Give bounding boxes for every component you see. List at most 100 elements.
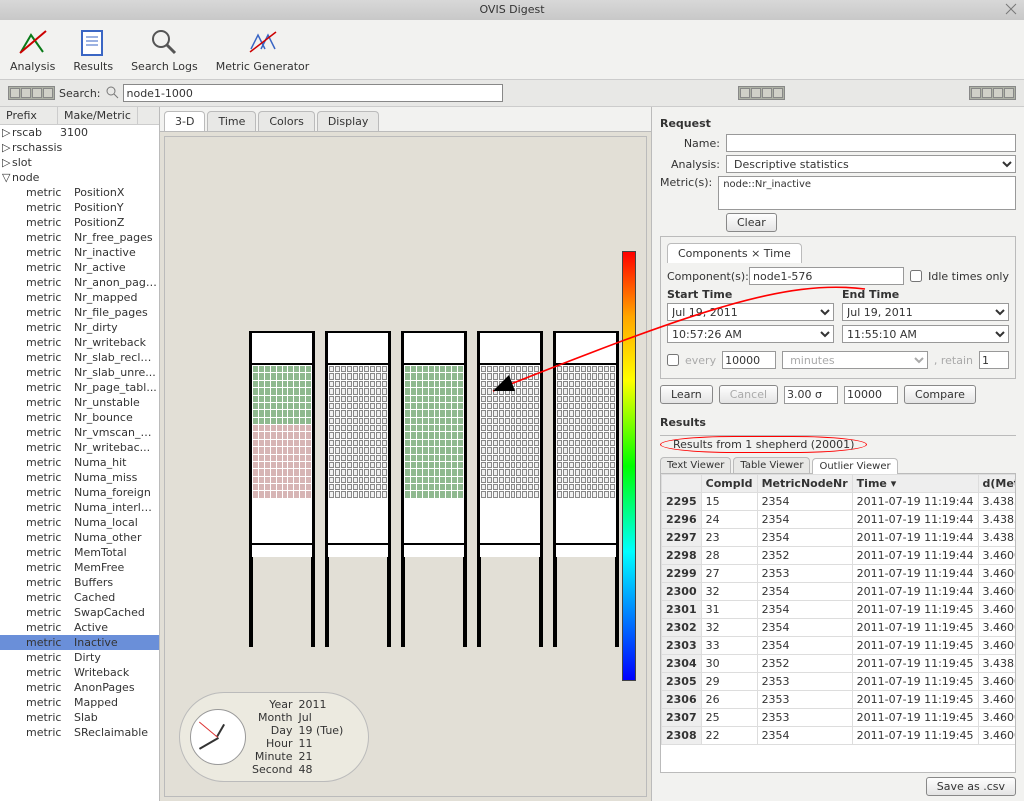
table-row[interactable]: 22982823522011-07-19 11:19:443.46003 — [662, 547, 1017, 565]
rack[interactable] — [249, 331, 315, 557]
tree-row-metric[interactable]: metricNuma_interlea... — [0, 500, 159, 515]
table-col-header[interactable]: Time ▾ — [852, 475, 978, 493]
tree-row-metric[interactable]: metricNuma_other — [0, 530, 159, 545]
tree-row-metric[interactable]: metricNr_free_pages — [0, 230, 159, 245]
tree-row-top[interactable]: ▷rscab3100 — [0, 125, 159, 140]
tree-row-metric[interactable]: metricNr_dirty — [0, 320, 159, 335]
tree-row-metric[interactable]: metricMemFree — [0, 560, 159, 575]
tab-3-d[interactable]: 3-D — [164, 111, 205, 131]
rack[interactable] — [401, 331, 467, 557]
compare-button[interactable]: Compare — [904, 385, 976, 404]
tree-row-metric[interactable]: metricNr_file_pages — [0, 305, 159, 320]
tab-components-time[interactable]: Components × Time — [667, 243, 802, 263]
results-table-wrap[interactable]: CompIdMetricNodeNrTime ▾d(MetricNode 229… — [660, 473, 1016, 773]
clear-button[interactable]: Clear — [726, 213, 777, 232]
table-row[interactable]: 23013123542011-07-19 11:19:453.46003 — [662, 601, 1017, 619]
tab-time[interactable]: Time — [207, 111, 256, 131]
window-close-icon[interactable] — [1004, 2, 1018, 16]
tree-row-metric[interactable]: metricSwapCached — [0, 605, 159, 620]
pane-controls-right[interactable] — [738, 86, 785, 100]
table-row[interactable]: 23072523532011-07-19 11:19:453.46003 — [662, 709, 1017, 727]
table-row[interactable]: 23023223542011-07-19 11:19:453.46003 — [662, 619, 1017, 637]
tree-row-metric[interactable]: metricMapped — [0, 695, 159, 710]
table-col-header[interactable] — [662, 475, 702, 493]
tab-display[interactable]: Display — [317, 111, 380, 131]
table-row[interactable]: 22951523542011-07-19 11:19:443.43859 — [662, 493, 1017, 511]
tree-row-metric[interactable]: metricNr_writebac... — [0, 440, 159, 455]
results-tab-0[interactable]: Text Viewer — [660, 457, 731, 473]
table-row[interactable]: 22992723532011-07-19 11:19:443.46003 — [662, 565, 1017, 583]
rack[interactable] — [553, 331, 619, 557]
results-tab-2[interactable]: Outlier Viewer — [812, 458, 897, 474]
table-col-header[interactable]: MetricNodeNr — [757, 475, 852, 493]
start-time-select[interactable]: 10:57:26 AM — [667, 325, 834, 343]
table-row[interactable]: 22972323542011-07-19 11:19:443.43859 — [662, 529, 1017, 547]
components-input[interactable] — [749, 267, 904, 285]
search-input[interactable] — [123, 84, 503, 102]
tree-row-metric[interactable]: metricNr_vmscan_w... — [0, 425, 159, 440]
tree-row-metric[interactable]: metricNr_active — [0, 260, 159, 275]
table-row[interactable]: 23043023522011-07-19 11:19:453.43859 — [662, 655, 1017, 673]
rack[interactable] — [477, 331, 543, 557]
tree-row-metric[interactable]: metricWriteback — [0, 665, 159, 680]
tree-row-metric[interactable]: metricSReclaimable — [0, 725, 159, 740]
tree-row-metric[interactable]: metricNr_mapped — [0, 290, 159, 305]
tree-row-metric[interactable]: metricNr_inactive — [0, 245, 159, 260]
tree-row-metric[interactable]: metricNr_slab_unre... — [0, 365, 159, 380]
table-col-header[interactable]: CompId — [701, 475, 757, 493]
pane-controls-left[interactable] — [8, 86, 55, 100]
idle-only-checkbox[interactable] — [910, 270, 922, 282]
pane-controls-right2[interactable] — [969, 86, 1016, 100]
tree-row-metric[interactable]: metricPositionZ — [0, 215, 159, 230]
sample-checkbox[interactable] — [667, 354, 679, 366]
end-date-select[interactable]: Jul 19, 2011 — [842, 303, 1009, 321]
every-unit[interactable]: minutes — [782, 351, 928, 369]
tree-row-metric[interactable]: metricSlab — [0, 710, 159, 725]
table-row[interactable]: 23033323542011-07-19 11:19:453.46003 — [662, 637, 1017, 655]
table-row[interactable]: 23052923532011-07-19 11:19:453.46003 — [662, 673, 1017, 691]
tree-row-metric[interactable]: metricNuma_miss — [0, 470, 159, 485]
tree-row-metric[interactable]: metricCached — [0, 590, 159, 605]
rack[interactable] — [325, 331, 391, 557]
tree-row-metric[interactable]: metricAnonPages — [0, 680, 159, 695]
tree-row-metric[interactable]: metricNuma_hit — [0, 455, 159, 470]
results-tab-1[interactable]: Table Viewer — [733, 457, 810, 473]
end-time-select[interactable]: 11:55:10 AM — [842, 325, 1009, 343]
tree-row-metric[interactable]: metricInactive — [0, 635, 159, 650]
tree-row-metric[interactable]: metricPositionY — [0, 200, 159, 215]
col-makemetric-header[interactable]: Make/Metric — [58, 107, 138, 124]
tree-row-top[interactable]: ▽node — [0, 170, 159, 185]
metrics-textarea[interactable]: node::Nr_inactive — [718, 176, 1016, 210]
toolbar-results-button[interactable]: Results — [73, 26, 113, 73]
toolbar-analysis-button[interactable]: Analysis — [10, 26, 55, 73]
tree-sidebar[interactable]: Prefix Make/Metric ▷rscab3100▷rschassis▷… — [0, 107, 160, 801]
table-row[interactable]: 22962423542011-07-19 11:19:443.43859 — [662, 511, 1017, 529]
table-row[interactable]: 23062623532011-07-19 11:19:453.46003 — [662, 691, 1017, 709]
table-row[interactable]: 23003223542011-07-19 11:19:443.46003 — [662, 583, 1017, 601]
tree-row-top[interactable]: ▷rschassis — [0, 140, 159, 155]
tree-row-metric[interactable]: metricNuma_foreign — [0, 485, 159, 500]
tree-row-metric[interactable]: metricNuma_local — [0, 515, 159, 530]
tree-row-top[interactable]: ▷slot — [0, 155, 159, 170]
tree-row-metric[interactable]: metricPositionX — [0, 185, 159, 200]
save-csv-button[interactable]: Save as .csv — [926, 777, 1016, 796]
tree-row-metric[interactable]: metricDirty — [0, 650, 159, 665]
sigma-input[interactable] — [784, 386, 838, 404]
toolbar-search-logs-button[interactable]: Search Logs — [131, 26, 198, 73]
3d-viewport[interactable]: Year2011 MonthJul Day19 (Tue) Hour11 Min… — [164, 136, 647, 797]
tree-row-metric[interactable]: metricNr_slab_reclai... — [0, 350, 159, 365]
start-date-select[interactable]: Jul 19, 2011 — [667, 303, 834, 321]
tree-row-metric[interactable]: metricNr_unstable — [0, 395, 159, 410]
tree-row-metric[interactable]: metricActive — [0, 620, 159, 635]
every-value[interactable] — [722, 351, 776, 369]
retain-value[interactable] — [979, 351, 1009, 369]
name-input[interactable] — [726, 134, 1016, 152]
tree-row-metric[interactable]: metricBuffers — [0, 575, 159, 590]
tree-row-metric[interactable]: metricNr_writeback — [0, 335, 159, 350]
table-col-header[interactable]: d(MetricNode — [978, 475, 1016, 493]
tree-row-metric[interactable]: metricMemTotal — [0, 545, 159, 560]
table-row[interactable]: 23082223542011-07-19 11:19:453.46003 — [662, 727, 1017, 745]
analysis-select[interactable]: Descriptive statistics — [726, 155, 1016, 173]
tree-row-metric[interactable]: metricNr_anon_pages — [0, 275, 159, 290]
col-prefix-header[interactable]: Prefix — [0, 107, 58, 124]
